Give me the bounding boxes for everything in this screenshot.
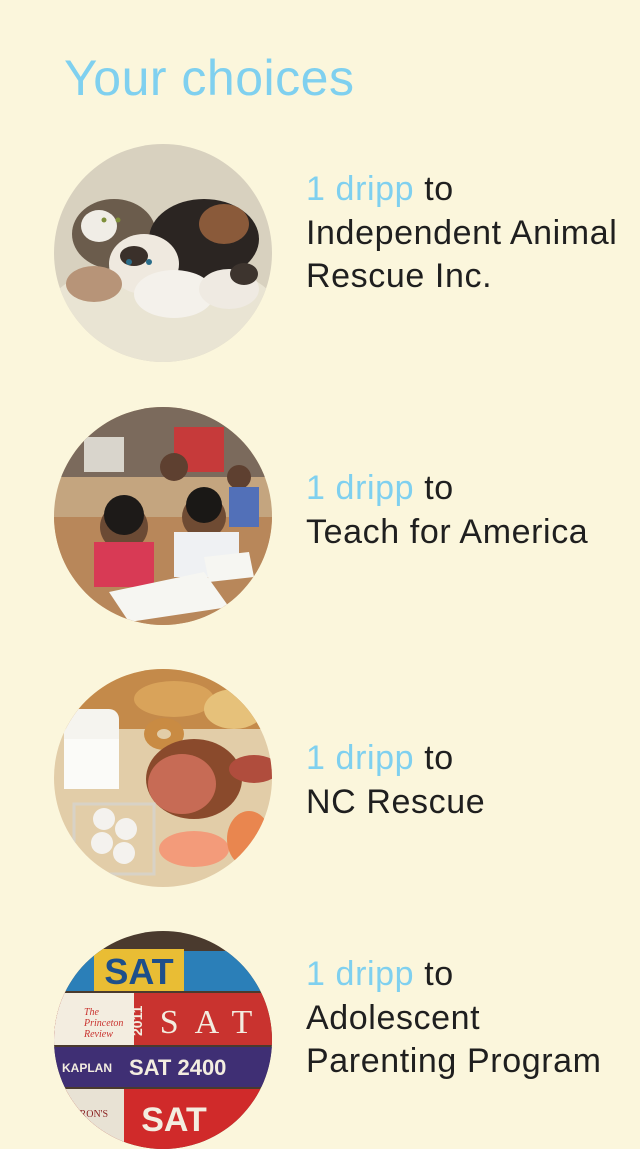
book-label-princeton-2: Princeton <box>83 1018 123 1029</box>
book-label-sat-side: SAT <box>160 1004 268 1041</box>
book-label-sat2400: SAT 2400 <box>129 1055 226 1080</box>
book-label-sat-bottom: SAT <box>141 1101 207 1139</box>
book-label-kaplan: KAPLAN <box>62 1061 112 1075</box>
charity-name: Adolescent Parenting Program <box>306 998 602 1081</box>
choice-caption: 1 dripp to Independent Animal Rescue Inc… <box>306 168 626 299</box>
choice-caption: 1 dripp to Teach for America <box>306 467 626 554</box>
charity-name: NC Rescue <box>306 782 486 821</box>
sat-books-photo: SAT The Princeton Review 2011 SAT KAPLAN… <box>54 931 272 1149</box>
page-title: Your choices <box>64 50 355 106</box>
book-label-barrons: BARRON'S <box>59 1109 108 1120</box>
connector-text: to <box>424 955 454 993</box>
dripp-amount: 1 dripp <box>306 170 415 208</box>
choice-caption: 1 dripp to Adolescent Parenting Program <box>306 953 626 1084</box>
book-label-princeton-3: Review <box>83 1029 113 1040</box>
choice-caption: 1 dripp to NC Rescue <box>306 737 626 824</box>
book-label-year: 2011 <box>129 1005 145 1036</box>
kittens-photo <box>54 144 272 362</box>
charity-name: Independent Animal Rescue Inc. <box>306 213 618 296</box>
food-groceries-photo <box>54 669 272 887</box>
connector-text: to <box>424 739 454 777</box>
book-label-sat-top: SAT <box>104 951 173 992</box>
connector-text: to <box>424 170 454 208</box>
dripp-amount: 1 dripp <box>306 955 415 993</box>
book-label-princeton-1: The <box>84 1007 100 1018</box>
children-classroom-photo <box>54 407 272 625</box>
dripp-amount: 1 dripp <box>306 739 415 777</box>
connector-text: to <box>424 469 454 507</box>
dripp-amount: 1 dripp <box>306 469 415 507</box>
charity-name: Teach for America <box>306 512 589 551</box>
